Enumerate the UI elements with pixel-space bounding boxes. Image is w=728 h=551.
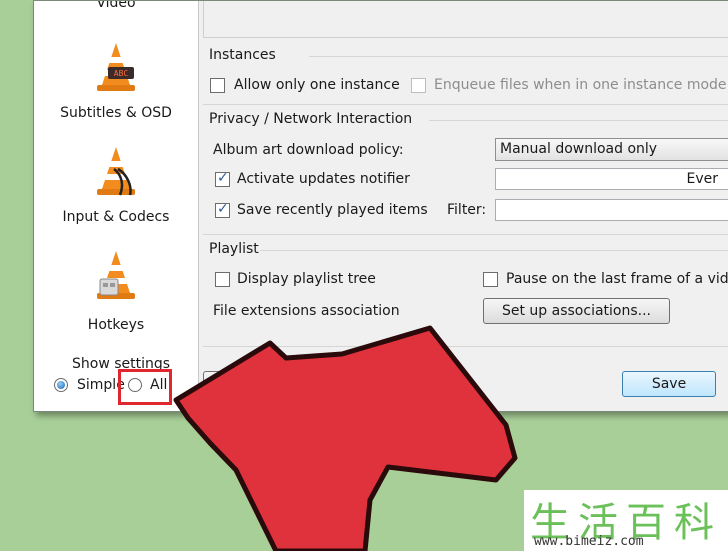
updates-notifier-label: Activate updates notifier: [237, 171, 410, 187]
pause-last-frame-label: Pause on the last frame of a video: [506, 271, 728, 287]
album-art-policy-value: Manual download only: [500, 141, 658, 157]
footer-separator: [203, 346, 728, 347]
video-settings-panel-edge: [203, 1, 728, 38]
checkmark-icon: ✓: [217, 201, 229, 217]
filter-label: Filter:: [447, 202, 487, 218]
vlc-preferences-window: Video ABC Subtitles & OSD Input & Codecs…: [33, 0, 728, 412]
updates-notifier-checkbox[interactable]: ✓: [215, 170, 230, 187]
vlc-cone-hotkeys-icon: [97, 251, 135, 299]
sidebar-item-label: Hotkeys: [87, 317, 145, 333]
group-separator: [203, 104, 728, 105]
sidebar-item-label: Video: [96, 0, 136, 11]
group-separator: [260, 250, 728, 251]
save-button[interactable]: Save: [622, 371, 716, 397]
playlist-tree-label: Display playlist tree: [237, 271, 376, 287]
album-art-policy-label: Album art download policy:: [213, 142, 404, 158]
group-separator: [203, 234, 728, 235]
playlist-group-title: Playlist: [209, 241, 259, 257]
radio-selected-dot: [57, 381, 65, 389]
category-sidebar: Video ABC Subtitles & OSD Input & Codecs…: [34, 1, 199, 411]
sidebar-item-label: Input & Codecs: [62, 209, 170, 225]
sidebar-item-label: Subtitles & OSD: [60, 105, 172, 121]
allow-one-instance-checkbox[interactable]: [210, 78, 225, 93]
group-separator: [429, 120, 728, 121]
vlc-cone-input-icon: [97, 147, 135, 196]
site-watermark: 生活百科 www.bimeiz.com: [524, 490, 728, 551]
vlc-cone-subtitles-icon: ABC: [97, 43, 135, 91]
filter-input[interactable]: [495, 199, 728, 221]
privacy-group-title: Privacy / Network Interaction: [209, 111, 413, 127]
group-separator: [309, 56, 728, 57]
playlist-tree-checkbox[interactable]: [215, 272, 230, 287]
updates-interval-value: Ever: [686, 171, 719, 187]
simple-radio[interactable]: [54, 378, 68, 392]
file-assoc-label: File extensions association: [213, 303, 400, 319]
save-recent-items-label: Save recently played items: [237, 202, 428, 218]
setup-associations-button[interactable]: Set up associations...: [483, 298, 670, 324]
watermark-url: www.bimeiz.com: [534, 534, 644, 549]
album-art-policy-select[interactable]: Manual download only: [495, 138, 728, 161]
sidebar-item-hotkeys[interactable]: Hotkeys: [34, 249, 198, 337]
allow-one-instance-label: Allow only one instance: [234, 77, 400, 93]
reset-preferences-button[interactable]: R: [203, 371, 243, 397]
sidebar-item-input-codecs[interactable]: Input & Codecs: [34, 143, 198, 231]
checkmark-icon: ✓: [217, 170, 229, 186]
sidebar-item-video[interactable]: Video: [34, 1, 198, 19]
svg-text:ABC: ABC: [114, 69, 129, 78]
pause-last-frame-checkbox[interactable]: [483, 272, 498, 287]
enqueue-files-checkbox[interactable]: [411, 78, 426, 93]
sidebar-item-subtitles[interactable]: ABC Subtitles & OSD: [34, 39, 198, 127]
instances-group-title: Instances: [209, 47, 276, 63]
all-option-highlight-box: [118, 369, 172, 405]
updates-interval-field[interactable]: Ever: [495, 168, 728, 190]
enqueue-files-label: Enqueue files when in one instance mode: [434, 77, 727, 93]
save-recent-items-checkbox[interactable]: ✓: [215, 201, 230, 218]
